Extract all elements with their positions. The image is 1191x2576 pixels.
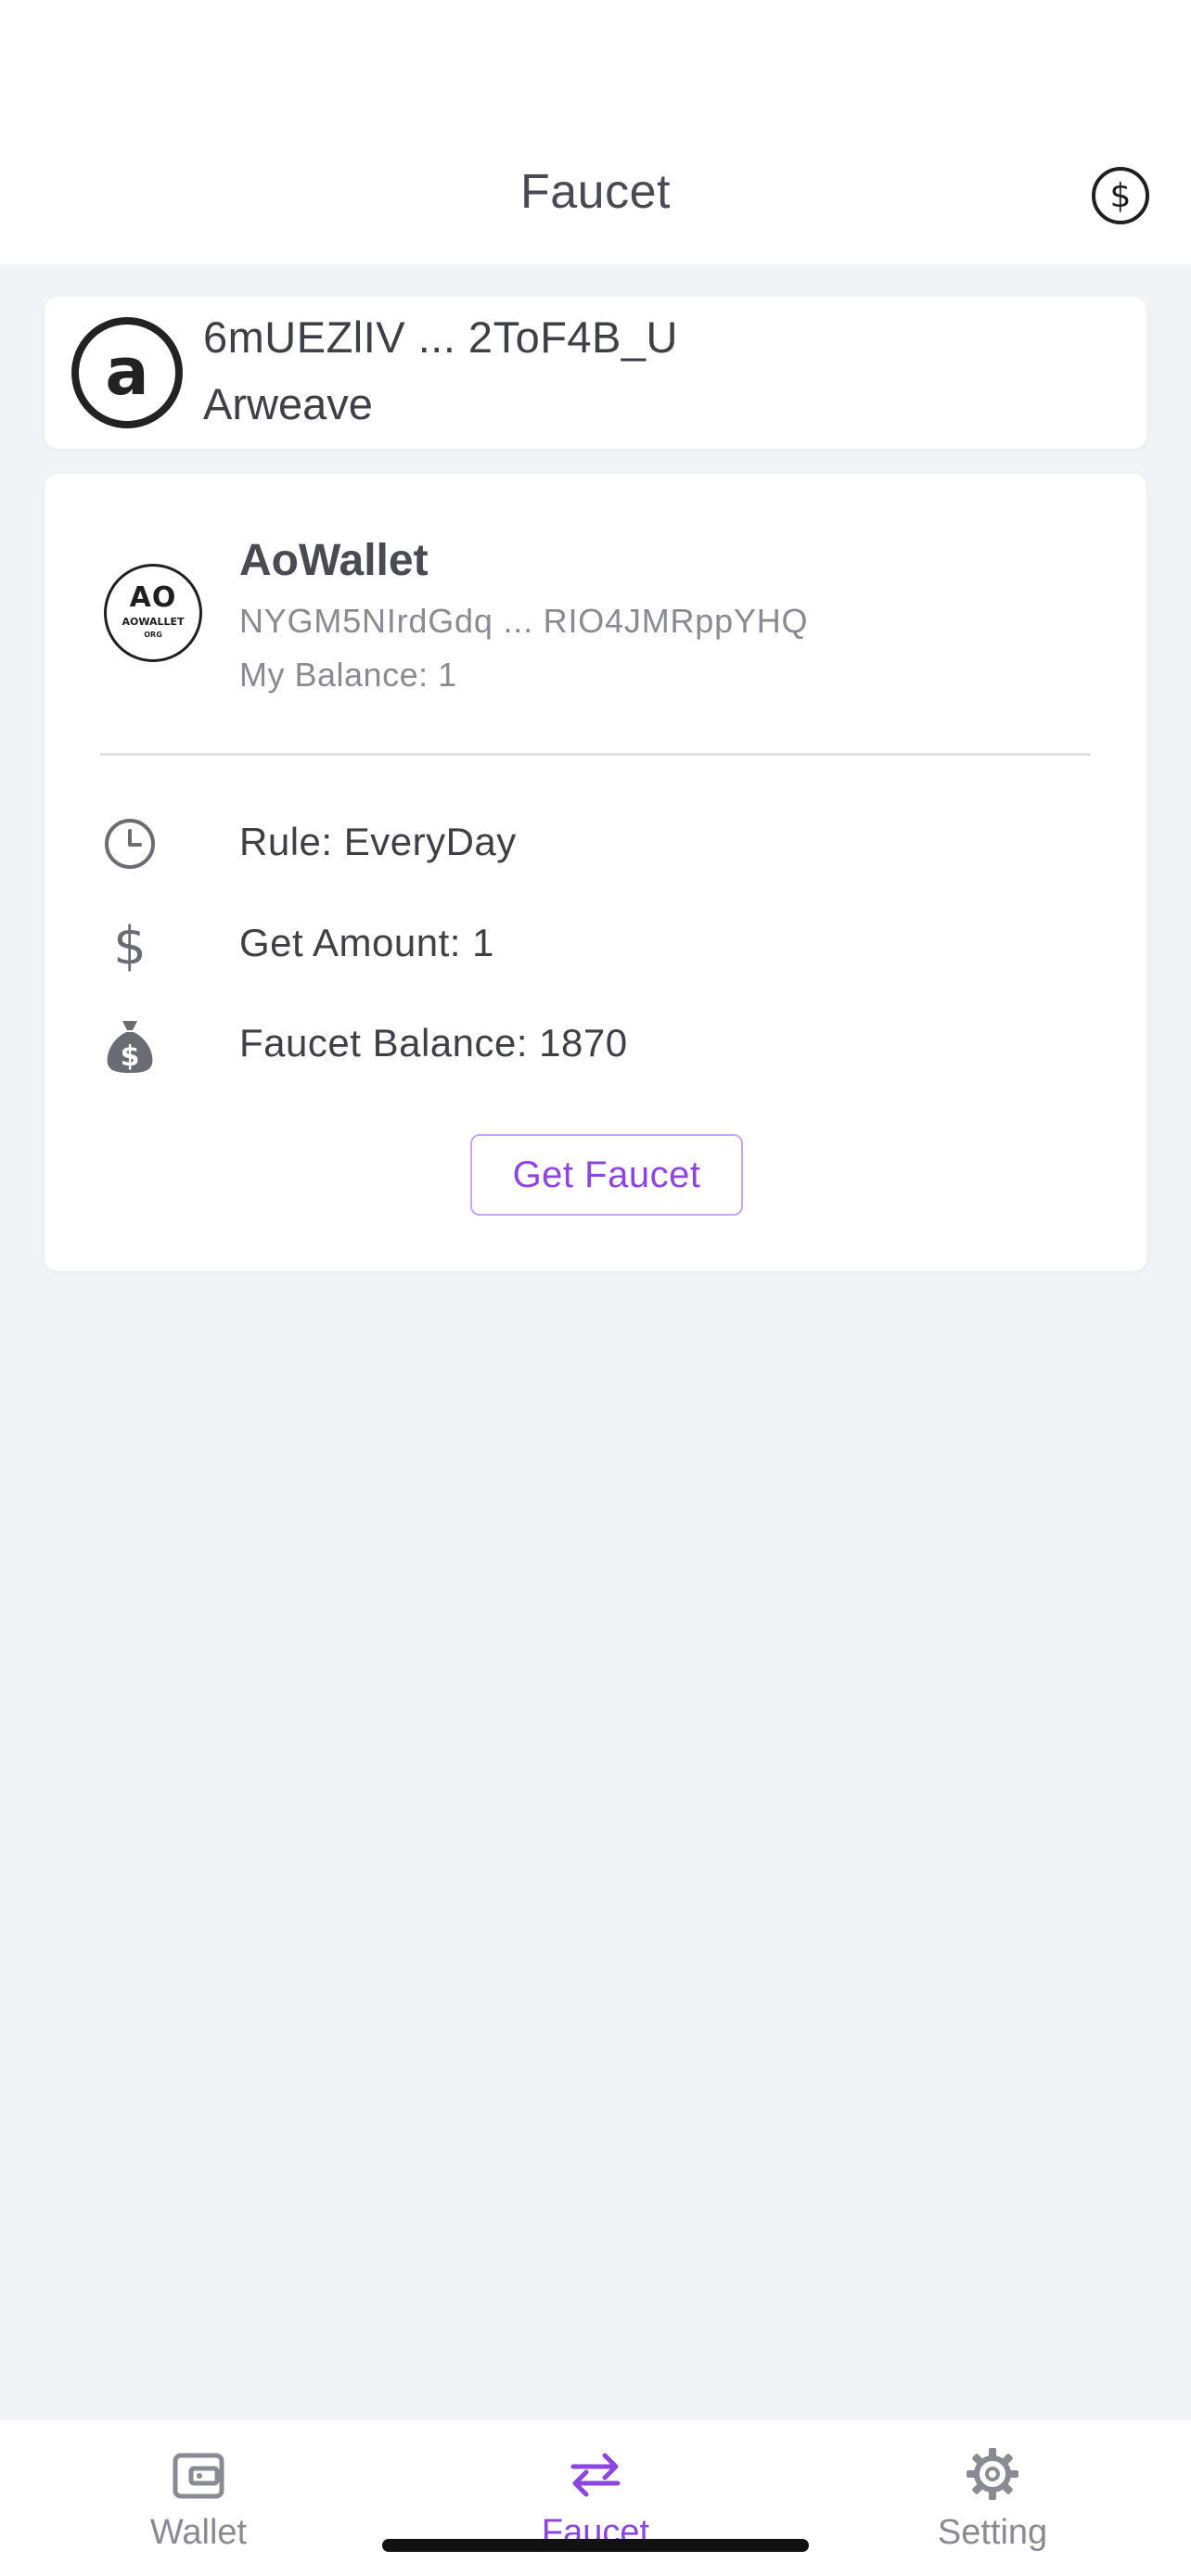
- svg-text:$: $: [121, 1040, 140, 1073]
- account-network: Arweave: [203, 379, 373, 428]
- account-address: 6mUEZlIV ... 2ToF4B_U: [203, 312, 678, 362]
- swap-arrows-icon: [570, 2453, 621, 2497]
- wallet-icon: [173, 2453, 224, 2499]
- account-card[interactable]: a 6mUEZlIV ... 2ToF4B_U Arweave: [45, 297, 1146, 449]
- faucet-balance-text: Faucet Balance: 1870: [239, 1021, 628, 1065]
- divider: [100, 753, 1091, 756]
- status-bar: [0, 0, 1191, 130]
- tab-bar: Wallet Faucet Setting: [0, 2420, 1191, 2576]
- page-title: Faucet: [520, 165, 671, 219]
- header: Faucet $: [0, 130, 1191, 264]
- aowallet-logo-icon: AO AOWALLET ORG: [104, 564, 202, 662]
- gear-icon: [967, 2448, 1018, 2500]
- svg-text:$: $: [1110, 177, 1132, 215]
- svg-text:$: $: [113, 916, 147, 975]
- tab-setting-label: Setting: [937, 2513, 1048, 2552]
- clock-icon: [105, 819, 155, 869]
- get-faucet-button[interactable]: Get Faucet: [470, 1134, 743, 1216]
- svg-text:a: a: [105, 334, 148, 410]
- dollar-icon: $: [113, 916, 147, 975]
- token-logo-text: AO: [129, 581, 177, 614]
- token-address: NYGM5NIrdGdq ... RIO4JMRppYHQ: [239, 602, 809, 640]
- money-bag-icon: $: [107, 1021, 153, 1073]
- rule-text: Rule: EveryDay: [239, 820, 517, 863]
- tab-wallet-label: Wallet: [149, 2513, 248, 2552]
- token-logo-tinytext: ORG: [144, 631, 162, 639]
- arweave-logo-icon: a: [71, 317, 183, 428]
- tab-wallet[interactable]: Wallet: [78, 2420, 319, 2576]
- home-indicator: [382, 2539, 809, 2552]
- my-balance: My Balance: 1: [239, 656, 457, 694]
- dollar-circle-icon[interactable]: $: [1090, 165, 1151, 226]
- token-name: AoWallet: [239, 536, 429, 585]
- tab-faucet[interactable]: Faucet: [475, 2420, 716, 2576]
- tab-setting[interactable]: Setting: [872, 2420, 1113, 2576]
- amount-text: Get Amount: 1: [239, 921, 494, 964]
- token-logo-subtext: AOWALLET: [122, 616, 185, 628]
- faucet-card: AO AOWALLET ORG AoWallet NYGM5NIrdGdq ..…: [45, 474, 1146, 1271]
